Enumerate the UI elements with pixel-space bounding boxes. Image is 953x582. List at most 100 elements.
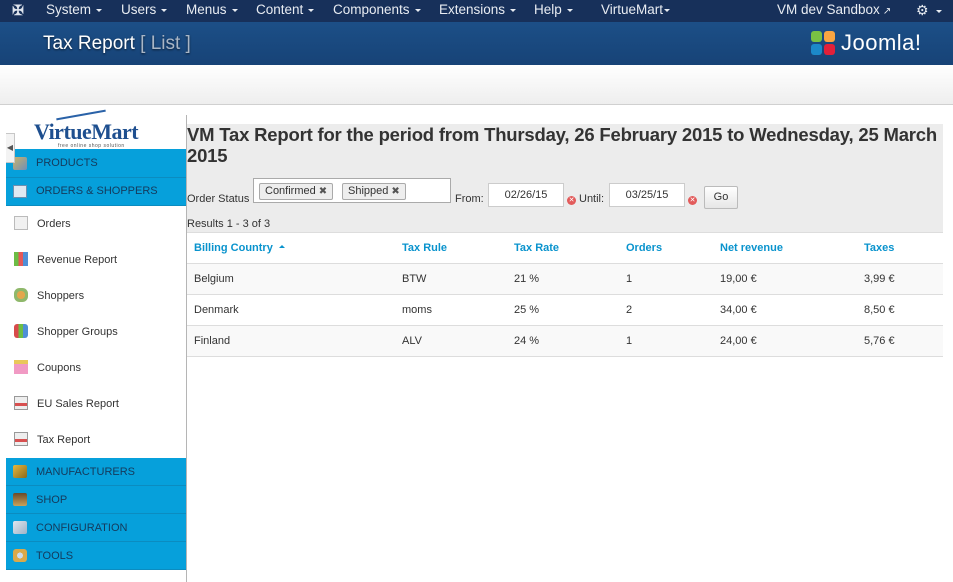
- eu-sales-report-icon: [14, 396, 28, 410]
- cell-country: Denmark: [194, 304, 239, 316]
- virtuemart-logo[interactable]: VirtueMart free online shop solution: [28, 109, 139, 149]
- until-label: Until:: [579, 193, 605, 205]
- site-link-label: VM dev Sandbox: [777, 2, 880, 17]
- nav-menu-components[interactable]: Components: [333, 0, 421, 22]
- sidebar-section-orders-shoppers[interactable]: ORDERS & SHOPPERS: [6, 178, 186, 206]
- sidebar-item-label: Revenue Report: [37, 254, 118, 266]
- shop-icon: [13, 493, 27, 506]
- chip-label: Shipped: [348, 185, 389, 197]
- cell-tax-rate: 24 %: [514, 335, 540, 347]
- caret-down-icon: [935, 9, 942, 13]
- sidebar-section-products[interactable]: PRODUCTS: [6, 149, 186, 178]
- external-link-icon: ↗: [882, 6, 892, 17]
- sidebar-section-tools[interactable]: TOOLS: [6, 542, 186, 570]
- tax-report-icon: [14, 432, 28, 446]
- sidebar-item-orders[interactable]: Orders: [6, 206, 186, 242]
- cell-tax-rule: BTW: [402, 273, 427, 285]
- cell-taxes: 8,50 €: [864, 304, 895, 316]
- sidebar-item-label: EU Sales Report: [37, 398, 119, 410]
- nav-menu-label: Extensions: [439, 2, 506, 17]
- column-header-billing-country[interactable]: Billing Country: [194, 242, 285, 254]
- order-status-chip: Shipped ✖: [342, 183, 406, 200]
- nav-menu-extensions[interactable]: Extensions: [439, 0, 517, 22]
- cell-tax-rate: 25 %: [514, 304, 540, 316]
- caret-down-icon: [414, 8, 421, 12]
- order-status-label: Order Status: [187, 193, 250, 205]
- sort-ascending-icon: [278, 245, 285, 249]
- column-header-net-revenue[interactable]: Net revenue: [720, 242, 783, 254]
- sidebar-item-shopper-groups[interactable]: Shopper Groups: [6, 314, 186, 350]
- nav-menu-label: Components: [333, 2, 410, 17]
- remove-chip-icon[interactable]: ✖: [391, 186, 399, 197]
- caret-down-icon: [308, 8, 315, 12]
- site-link[interactable]: VM dev Sandbox ↗: [777, 0, 891, 22]
- gear-icon: ⚙: [916, 2, 929, 18]
- joomla-brand-label: Joomla!: [841, 30, 922, 55]
- sidebar-section-shop[interactable]: SHOP: [6, 486, 186, 514]
- column-header-taxes[interactable]: Taxes: [864, 242, 894, 254]
- configuration-icon: [13, 521, 27, 534]
- remove-chip-icon[interactable]: ✖: [319, 186, 327, 197]
- revenue-report-icon: [14, 252, 28, 266]
- nav-menu-content[interactable]: Content: [256, 0, 315, 22]
- sidebar-section-label: PRODUCTS: [36, 157, 98, 169]
- nav-menu-label: System: [46, 2, 92, 17]
- cell-tax-rule: moms: [402, 304, 432, 316]
- caret-down-icon: [161, 8, 168, 12]
- tax-report-table: Billing Country Tax Rule Tax Rate Orders…: [187, 232, 943, 357]
- clear-until-date-icon[interactable]: ✕: [688, 196, 697, 205]
- from-date-input[interactable]: 02/26/15: [488, 183, 564, 207]
- order-status-chip: Confirmed ✖: [259, 183, 334, 200]
- joomla-brand-icon: [810, 30, 836, 56]
- settings-menu[interactable]: ⚙: [916, 0, 942, 22]
- table-row: Belgium BTW 21 % 1 19,00 € 3,99 €: [187, 264, 943, 295]
- table-header: Billing Country Tax Rule Tax Rate Orders…: [187, 232, 943, 264]
- cell-country: Finland: [194, 335, 231, 347]
- nav-menu-label: Help: [534, 2, 562, 17]
- sidebar-item-label: Shopper Groups: [37, 326, 118, 338]
- sidebar-section-configuration[interactable]: CONFIGURATION: [6, 514, 186, 542]
- column-header-tax-rate[interactable]: Tax Rate: [514, 242, 559, 254]
- joomla-logo: Joomla!: [810, 29, 922, 57]
- sidebar-item-label: Shoppers: [37, 290, 85, 302]
- coupons-icon: [14, 360, 28, 374]
- shopper-groups-icon: [14, 324, 28, 338]
- orders-shoppers-icon: [13, 185, 27, 198]
- nav-menu-virtuemart[interactable]: VirtueMart: [601, 0, 671, 22]
- nav-menu-system[interactable]: System: [46, 0, 103, 22]
- table-row: Denmark moms 25 % 2 34,00 € 8,50 €: [187, 295, 943, 326]
- sidebar-item-shoppers[interactable]: Shoppers: [6, 278, 186, 314]
- cell-net-revenue: 24,00 €: [720, 335, 757, 347]
- sidebar-item-tax-report[interactable]: Tax Report: [6, 422, 186, 458]
- until-date-input[interactable]: 03/25/15: [609, 183, 685, 207]
- clear-from-date-icon[interactable]: ✕: [567, 196, 576, 205]
- cell-net-revenue: 19,00 €: [720, 273, 757, 285]
- order-status-select[interactable]: Confirmed ✖ Shipped ✖: [253, 178, 451, 203]
- manufacturers-icon: [13, 465, 27, 478]
- sidebar-section-label: CONFIGURATION: [36, 522, 128, 534]
- cell-taxes: 3,99 €: [864, 273, 895, 285]
- nav-menu-help[interactable]: Help: [534, 0, 573, 22]
- column-header-orders[interactable]: Orders: [626, 242, 662, 254]
- nav-menu-users[interactable]: Users: [121, 0, 168, 22]
- sidebar-item-revenue-report[interactable]: Revenue Report: [6, 242, 186, 278]
- nav-menu-menus[interactable]: Menus: [186, 0, 238, 22]
- nav-menu-label: Content: [256, 2, 304, 17]
- cell-net-revenue: 34,00 €: [720, 304, 757, 316]
- sidebar-section-label: SHOP: [36, 494, 68, 506]
- column-header-tax-rule[interactable]: Tax Rule: [402, 242, 447, 254]
- sidebar-item-eu-sales-report[interactable]: EU Sales Report: [6, 386, 186, 422]
- cell-tax-rate: 21 %: [514, 273, 540, 285]
- joomla-icon[interactable]: ✠: [10, 2, 26, 18]
- sidebar-section-manufacturers[interactable]: MANUFACTURERS: [6, 458, 186, 486]
- sidebar-item-coupons[interactable]: Coupons: [6, 350, 186, 386]
- page-subtitle: [ List ]: [140, 33, 191, 54]
- cell-orders: 2: [626, 304, 633, 316]
- collapse-left-icon[interactable]: ◀: [6, 133, 15, 163]
- caret-down-icon: [231, 8, 238, 12]
- joomla-brand-text: Joomla!: [841, 30, 922, 56]
- caret-down-icon: [510, 8, 517, 12]
- go-button[interactable]: Go: [704, 186, 738, 209]
- sidebar-section-label: MANUFACTURERS: [36, 466, 136, 478]
- report-title: VM Tax Report for the period from Thursd…: [187, 124, 943, 171]
